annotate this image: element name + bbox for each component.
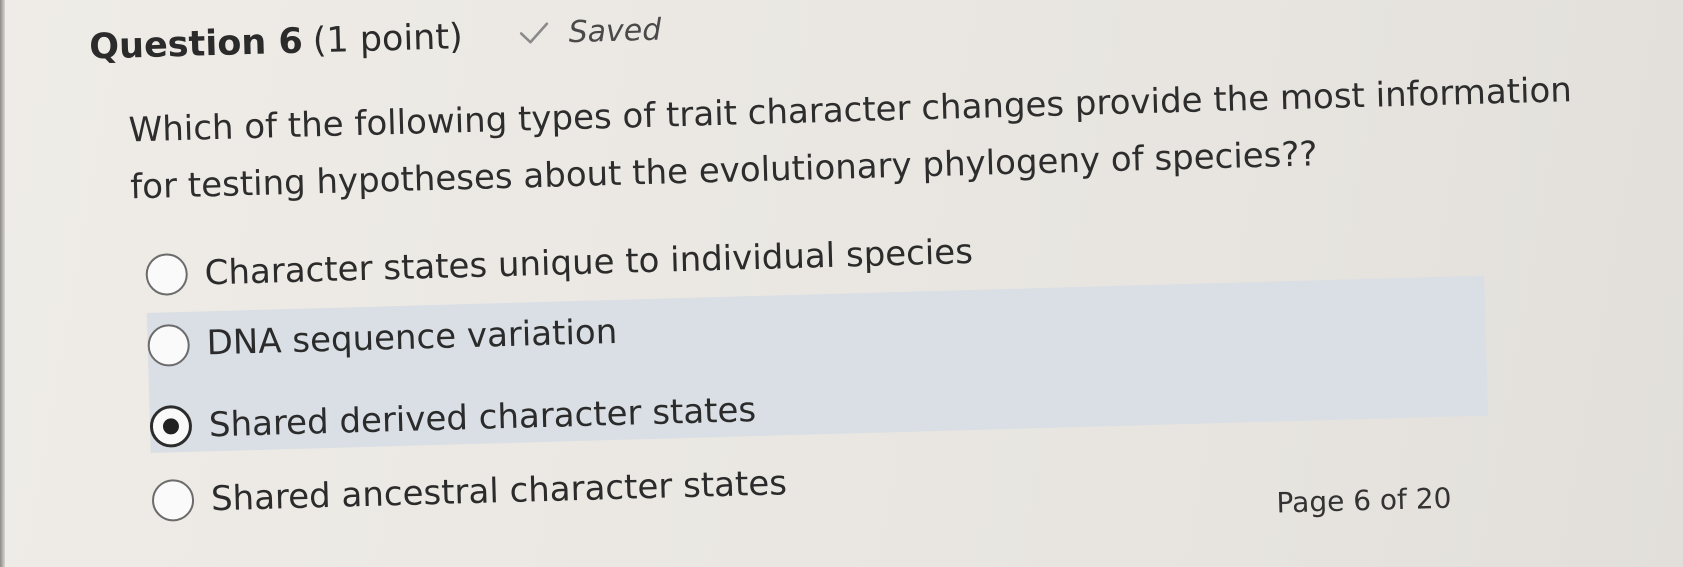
answer-option[interactable]: Shared ancestral character states: [151, 452, 788, 532]
radio-button[interactable]: [151, 478, 195, 522]
saved-status: Saved: [518, 12, 662, 51]
option-label: Character states unique to individual sp…: [204, 231, 974, 294]
page-indicator: Page 6 of 20: [1276, 481, 1452, 520]
question-panel: Question 6 (1 point) Saved Which of the …: [0, 0, 1683, 567]
question-points: (1 point): [312, 17, 464, 62]
option-label: DNA sequence variation: [206, 311, 618, 364]
radio-button[interactable]: [145, 252, 189, 297]
check-icon: [518, 20, 551, 47]
question-header: Question 6 (1 point) Saved: [88, 12, 662, 68]
radio-button-selected[interactable]: [149, 404, 193, 448]
option-label: Shared derived character states: [208, 390, 757, 446]
option-label: Shared ancestral character states: [210, 463, 788, 520]
radio-button[interactable]: [147, 323, 191, 368]
question-prompt: Which of the following types of trait ch…: [128, 64, 1572, 216]
saved-label: Saved: [568, 12, 662, 50]
radio-selected-dot: [162, 418, 180, 435]
question-title: Question 6: [88, 21, 304, 68]
